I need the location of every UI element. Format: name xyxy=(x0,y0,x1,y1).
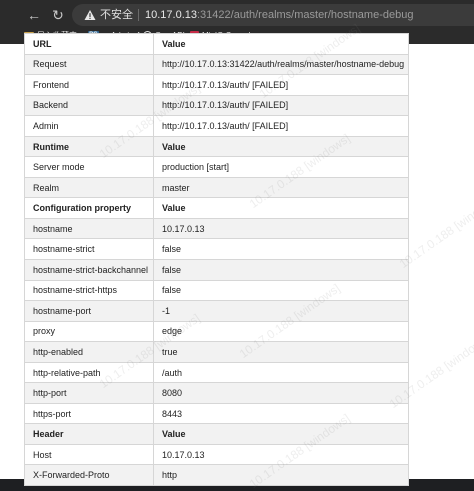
table-cell-key: Frontend xyxy=(24,74,154,96)
table-row: http-enabled true xyxy=(24,341,409,363)
url-text: 10.17.0.13:31422/auth/realms/master/host… xyxy=(145,4,413,26)
table-cell-value: /auth xyxy=(153,361,409,384)
table-cell-value: Value xyxy=(153,135,409,158)
table-cell-value: 10.17.0.13 xyxy=(153,217,409,240)
table-cell-value: -1 xyxy=(153,300,409,322)
table-cell-key: https-port xyxy=(24,402,154,425)
table-cell-key: http-enabled xyxy=(24,341,154,363)
address-bar[interactable]: 不安全 10.17.0.13:31422/auth/realms/master/… xyxy=(72,4,474,26)
table-cell-key: Header xyxy=(24,423,154,445)
table-row: Frontend http://10.17.0.13/auth/ [FAILED] xyxy=(24,74,409,96)
table-row: Request http://10.17.0.13:31422/auth/real… xyxy=(24,53,409,76)
browser-toolbar: ← ↻ 不安全 10.17.0.13:31422/auth/realms/mas… xyxy=(0,0,474,29)
table-section-header: Header Value xyxy=(24,423,409,445)
table-cell-value: master xyxy=(153,176,409,199)
table-cell-key: http-relative-path xyxy=(24,361,154,384)
table-row: Server mode production [start] xyxy=(24,156,409,178)
table-cell-key: Request xyxy=(24,53,154,76)
table-cell-value: false xyxy=(153,279,409,302)
table-row: hostname-strict-https false xyxy=(24,279,409,302)
table-row: http-port 8080 xyxy=(24,382,409,404)
table-row: hostname-strict false xyxy=(24,238,409,261)
table-row: URL Value xyxy=(24,33,409,55)
table-cell-value: Value xyxy=(153,33,409,55)
back-arrow-icon[interactable]: ← xyxy=(24,5,44,25)
table-row: hostname-port -1 xyxy=(24,300,409,322)
table-cell-key: hostname xyxy=(24,217,154,240)
table-cell-key: hostname-port xyxy=(24,300,154,322)
table-row: X-Forwarded-Proto http xyxy=(24,464,409,487)
table-cell-key: Realm xyxy=(24,176,154,199)
table-cell-value: false xyxy=(153,259,409,281)
url-host: 10.17.0.13 xyxy=(145,9,197,21)
table-row: http-relative-path/auth xyxy=(24,361,409,384)
table-cell-value: production [start] xyxy=(153,156,409,178)
table-row: Backend http://10.17.0.13/auth/ [FAILED] xyxy=(24,94,409,117)
table-cell-key: Configuration property xyxy=(24,197,154,219)
table-cell-value: 10.17.0.13 xyxy=(153,443,409,466)
table-cell-value: false xyxy=(153,238,409,261)
table-row: proxy edge xyxy=(24,320,409,343)
url-path: :31422/auth/realms/master/hostname-debug xyxy=(197,9,414,21)
table-row: https-port 8443 xyxy=(24,402,409,425)
table-cell-value: 8443 xyxy=(153,402,409,425)
table-cell-key: Server mode xyxy=(24,156,154,178)
table-cell-key: Backend xyxy=(24,94,154,117)
warning-icon xyxy=(84,10,96,20)
table-cell-value: http://10.17.0.13/auth/ [FAILED] xyxy=(153,115,409,137)
address-separator xyxy=(138,9,139,21)
table-cell-value: 8080 xyxy=(153,382,409,404)
hostname-debug-table: URL Value Request http://10.17.0.13:31422… xyxy=(24,33,409,487)
table-cell-key: URL xyxy=(24,33,154,55)
table-cell-value: http://10.17.0.13/auth/ [FAILED] xyxy=(153,94,409,117)
table-section-header: Runtime Value xyxy=(24,135,409,158)
table-cell-key: Host xyxy=(24,443,154,466)
page-content: URL Value Request http://10.17.0.13:31422… xyxy=(0,21,474,491)
table-cell-value: http xyxy=(153,464,409,487)
table-cell-value: Value xyxy=(153,423,409,445)
table-cell-key: hostname-strict-https xyxy=(24,279,154,302)
table-section-header: Configuration property Value xyxy=(24,197,409,219)
table-row: Host 10.17.0.13 xyxy=(24,443,409,466)
table-cell-key: Admin xyxy=(24,115,154,137)
table-row: hostname 10.17.0.13 xyxy=(24,217,409,240)
table-cell-value: edge xyxy=(153,320,409,343)
reload-icon[interactable]: ↻ xyxy=(48,5,68,25)
table-cell-key: hostname-strict xyxy=(24,238,154,261)
table-cell-value: http://10.17.0.13:31422/auth/realms/mast… xyxy=(153,53,409,76)
table-row: Admin http://10.17.0.13/auth/ [FAILED] xyxy=(24,115,409,137)
table-row: Realm master xyxy=(24,176,409,199)
table-cell-key: http-port xyxy=(24,382,154,404)
table-cell-value: true xyxy=(153,341,409,363)
table-cell-key: X-Forwarded-Proto xyxy=(24,464,154,487)
insecure-label: 不安全 xyxy=(100,9,133,21)
table-cell-key: proxy xyxy=(24,320,154,343)
table-cell-value: http://10.17.0.13/auth/ [FAILED] xyxy=(153,74,409,96)
table-cell-key: hostname-strict-backchannel xyxy=(24,259,154,281)
table-cell-value: Value xyxy=(153,197,409,219)
table-cell-key: Runtime xyxy=(24,135,154,158)
table-row: hostname-strict-backchannel false xyxy=(24,259,409,281)
